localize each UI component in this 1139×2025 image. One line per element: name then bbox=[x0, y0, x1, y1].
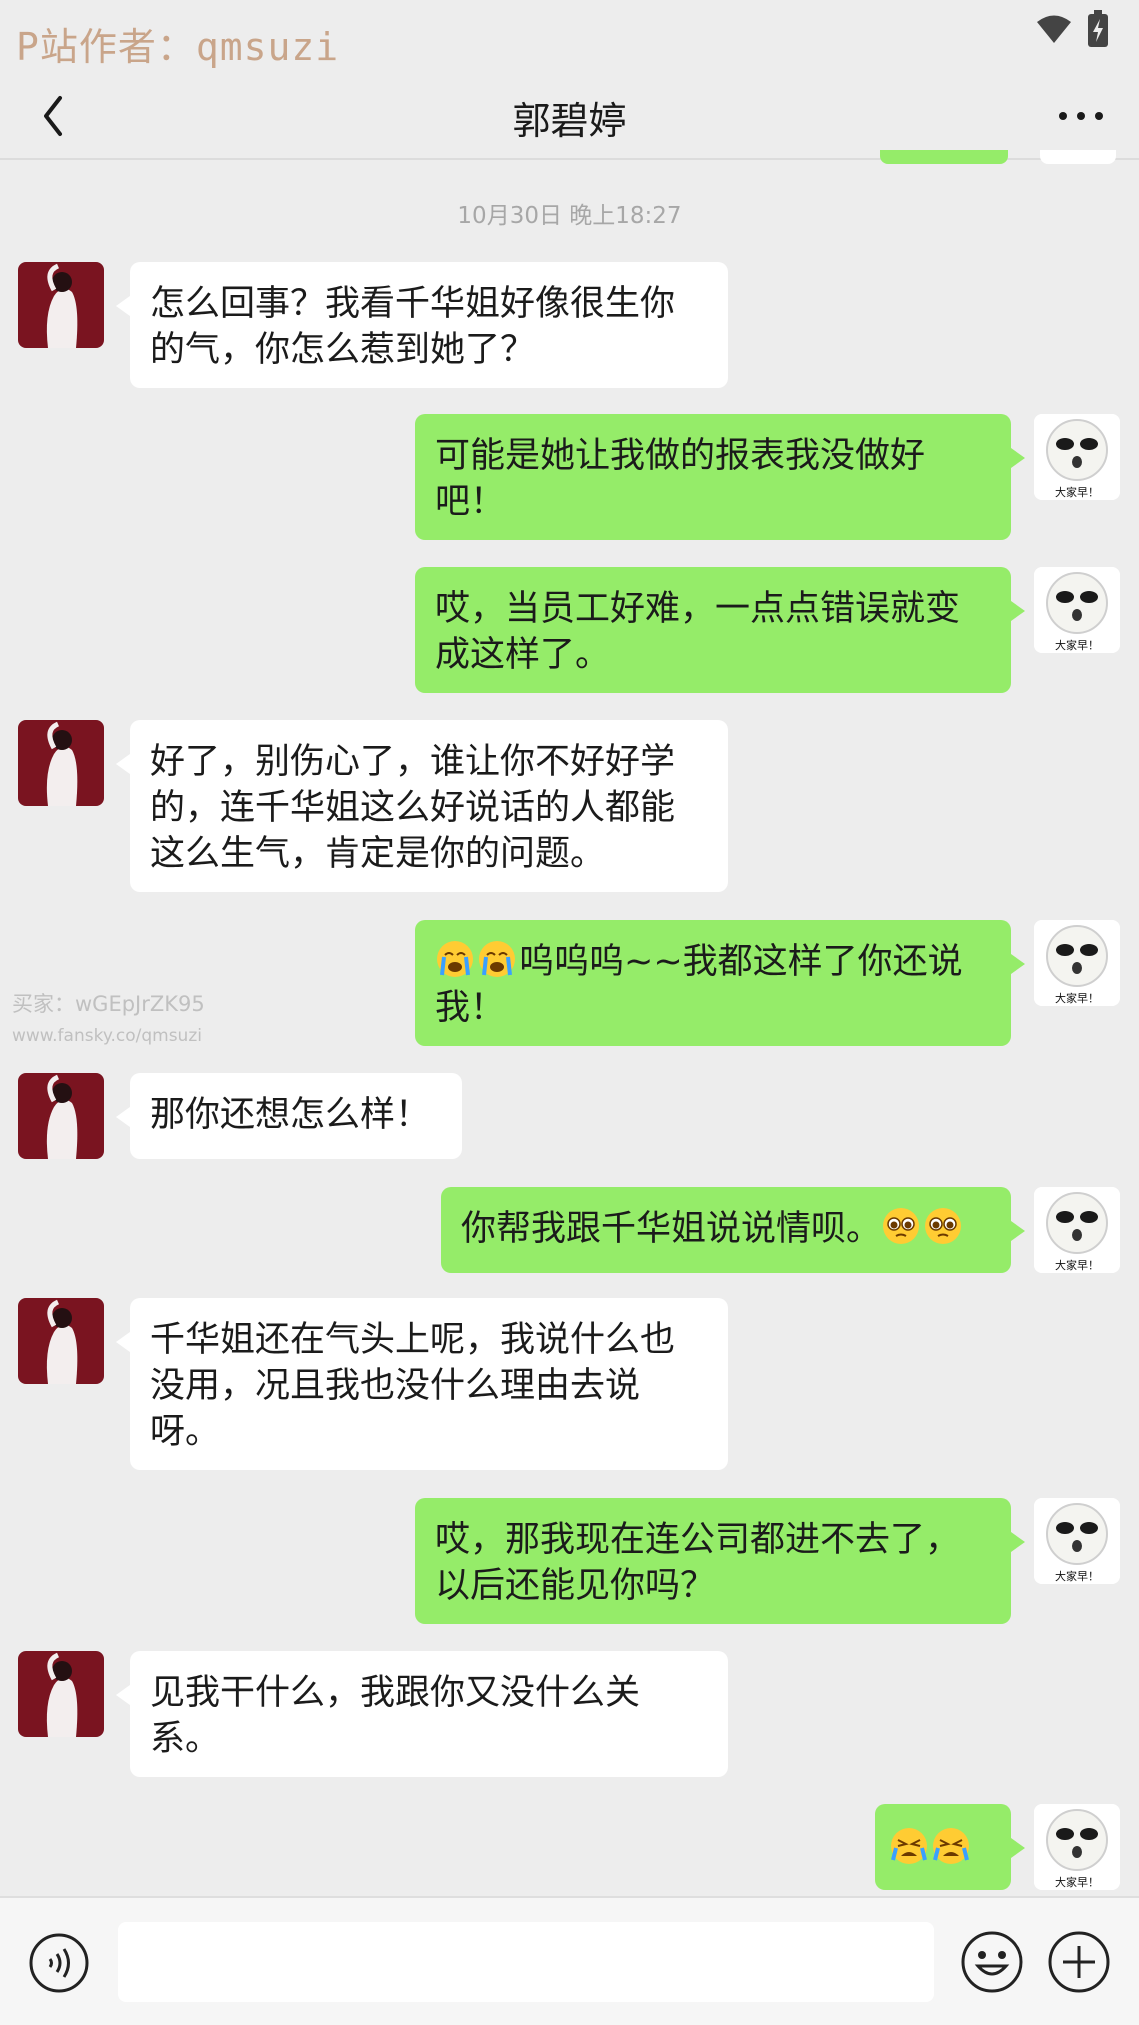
message-bubble-outgoing[interactable]: 呜呜呜~~我都这样了你还说我！ bbox=[415, 920, 1025, 1046]
avatar-caption: 大家早！ bbox=[1055, 1258, 1099, 1272]
message-bubble-outgoing[interactable]: 你帮我跟千华姐说说情呗。 bbox=[441, 1187, 1025, 1273]
crying-emoji-icon bbox=[479, 941, 515, 977]
meme-face-icon: 大家早！ bbox=[1034, 920, 1120, 1006]
wifi-icon bbox=[1037, 15, 1071, 43]
chat-input-bar bbox=[0, 1896, 1139, 2025]
avatar-caption: 大家早！ bbox=[1055, 991, 1099, 1005]
avatar-caption: 大家早！ bbox=[1055, 485, 1099, 499]
meme-face-icon: 大家早！ bbox=[1034, 1498, 1120, 1584]
contact-avatar[interactable] bbox=[18, 720, 104, 806]
contact-avatar-image bbox=[18, 1298, 104, 1384]
watermark-buyer: 买家：wGEpJrZK95 www.fansky.co/qmsuzi bbox=[12, 988, 205, 1052]
message-text: 哎，那我现在连公司都进不去了，以后还能见你吗？ bbox=[435, 1520, 961, 1606]
message-bubble-outgoing[interactable]: 可能是她让我做的报表我没做好吧！ bbox=[415, 414, 1025, 540]
message-bubble-outgoing[interactable] bbox=[875, 1804, 1025, 1890]
message-text: 哎，当员工好难，一点点错误就变成这样了。 bbox=[435, 589, 961, 675]
avatar-caption: 大家早！ bbox=[1055, 1569, 1099, 1583]
pleading-emoji-icon bbox=[883, 1208, 920, 1244]
message-bubble-outgoing[interactable]: 哎，当员工好难，一点点错误就变成这样了。 bbox=[415, 567, 1025, 693]
meme-face-icon: 大家早！ bbox=[1034, 1187, 1120, 1273]
message-bubble-incoming[interactable]: 见我干什么，我跟你又没什么关系。 bbox=[116, 1651, 728, 1777]
my-avatar[interactable]: 大家早！ bbox=[1034, 920, 1120, 1006]
message-bubble-incoming[interactable]: 千华姐还在气头上呢，我说什么也没用，况且我也没什么理由去说呀。 bbox=[116, 1298, 728, 1470]
message-text: 千华姐还在气头上呢，我说什么也没用，况且我也没什么理由去说呀。 bbox=[150, 1320, 676, 1452]
contact-avatar-image bbox=[18, 720, 104, 806]
watermark-url: www.fansky.co/qmsuzi bbox=[12, 1026, 202, 1046]
avatar-caption: 大家早！ bbox=[1055, 1875, 1099, 1889]
message-text: 好了，别伤心了，谁让你不好好学的，连千华姐这么好说话的人都能这么生气，肯定是你的… bbox=[150, 742, 676, 874]
emoji-button[interactable] bbox=[960, 1930, 1024, 1994]
contact-avatar-image bbox=[18, 262, 104, 348]
my-avatar[interactable]: 大家早！ bbox=[1034, 414, 1120, 500]
message-timestamp: 10月30日 晚上18:27 bbox=[457, 203, 682, 229]
pleading-emoji-icon bbox=[925, 1208, 962, 1244]
previous-message-bubble-edge[interactable] bbox=[880, 150, 1008, 164]
message-text: 你帮我跟千华姐说说情呗。 bbox=[461, 1209, 882, 1249]
status-bar: P站作者：qmsuzi bbox=[0, 0, 1139, 74]
watermark-buyer-id: 买家：wGEpJrZK95 bbox=[12, 992, 205, 1016]
message-bubble-incoming[interactable]: 好了，别伤心了，谁让你不好好学的，连千华姐这么好说话的人都能这么生气，肯定是你的… bbox=[116, 720, 728, 892]
sobbing-emoji-icon bbox=[933, 1828, 969, 1864]
voice-button[interactable] bbox=[28, 1932, 90, 1994]
contact-avatar[interactable] bbox=[18, 262, 104, 348]
contact-avatar-image bbox=[18, 1073, 104, 1159]
contact-avatar[interactable] bbox=[18, 1651, 104, 1737]
message-text: 那你还想怎么样！ bbox=[150, 1095, 431, 1135]
crying-emoji-icon bbox=[437, 941, 473, 977]
sobbing-emoji-icon bbox=[891, 1828, 927, 1864]
meme-face-icon: 大家早！ bbox=[1034, 414, 1120, 500]
message-text: 可能是她让我做的报表我没做好吧！ bbox=[435, 436, 926, 522]
my-avatar[interactable]: 大家早！ bbox=[1034, 1187, 1120, 1273]
message-text: 见我干什么，我跟你又没什么关系。 bbox=[150, 1673, 641, 1759]
previous-avatar-edge[interactable] bbox=[1040, 150, 1116, 164]
avatar-caption: 大家早！ bbox=[1055, 638, 1099, 652]
contact-avatar-image bbox=[18, 1651, 104, 1737]
message-bubble-incoming[interactable]: 那你还想怎么样！ bbox=[116, 1073, 462, 1159]
contact-avatar[interactable] bbox=[18, 1298, 104, 1384]
chat-screen: P站作者：qmsuzi 郭碧婷 10月30日 晚上18:27 怎么回事？我看千华… bbox=[0, 0, 1139, 2025]
contact-avatar[interactable] bbox=[18, 1073, 104, 1159]
watermark-top: P站作者：qmsuzi bbox=[16, 25, 340, 69]
meme-face-icon: 大家早！ bbox=[1034, 567, 1120, 653]
my-avatar[interactable]: 大家早！ bbox=[1034, 1498, 1120, 1584]
plus-button[interactable] bbox=[1047, 1930, 1111, 1994]
more-options-button[interactable] bbox=[1049, 90, 1113, 142]
message-bubble-outgoing[interactable]: 哎，那我现在连公司都进不去了，以后还能见你吗？ bbox=[415, 1498, 1025, 1624]
meme-face-icon: 大家早！ bbox=[1034, 1804, 1120, 1890]
my-avatar[interactable]: 大家早！ bbox=[1034, 1804, 1120, 1890]
chat-header: 郭碧婷 bbox=[0, 74, 1139, 158]
battery-charging-icon bbox=[1088, 10, 1108, 47]
message-text: 怎么回事？我看千华姐好像很生你的气，你怎么惹到她了？ bbox=[150, 284, 676, 370]
status-icons bbox=[1035, 10, 1109, 48]
my-avatar[interactable]: 大家早！ bbox=[1034, 567, 1120, 653]
chat-title: 郭碧婷 bbox=[512, 99, 627, 143]
message-bubble-incoming[interactable]: 怎么回事？我看千华姐好像很生你的气，你怎么惹到她了？ bbox=[116, 262, 728, 388]
message-input[interactable] bbox=[118, 1922, 934, 2002]
